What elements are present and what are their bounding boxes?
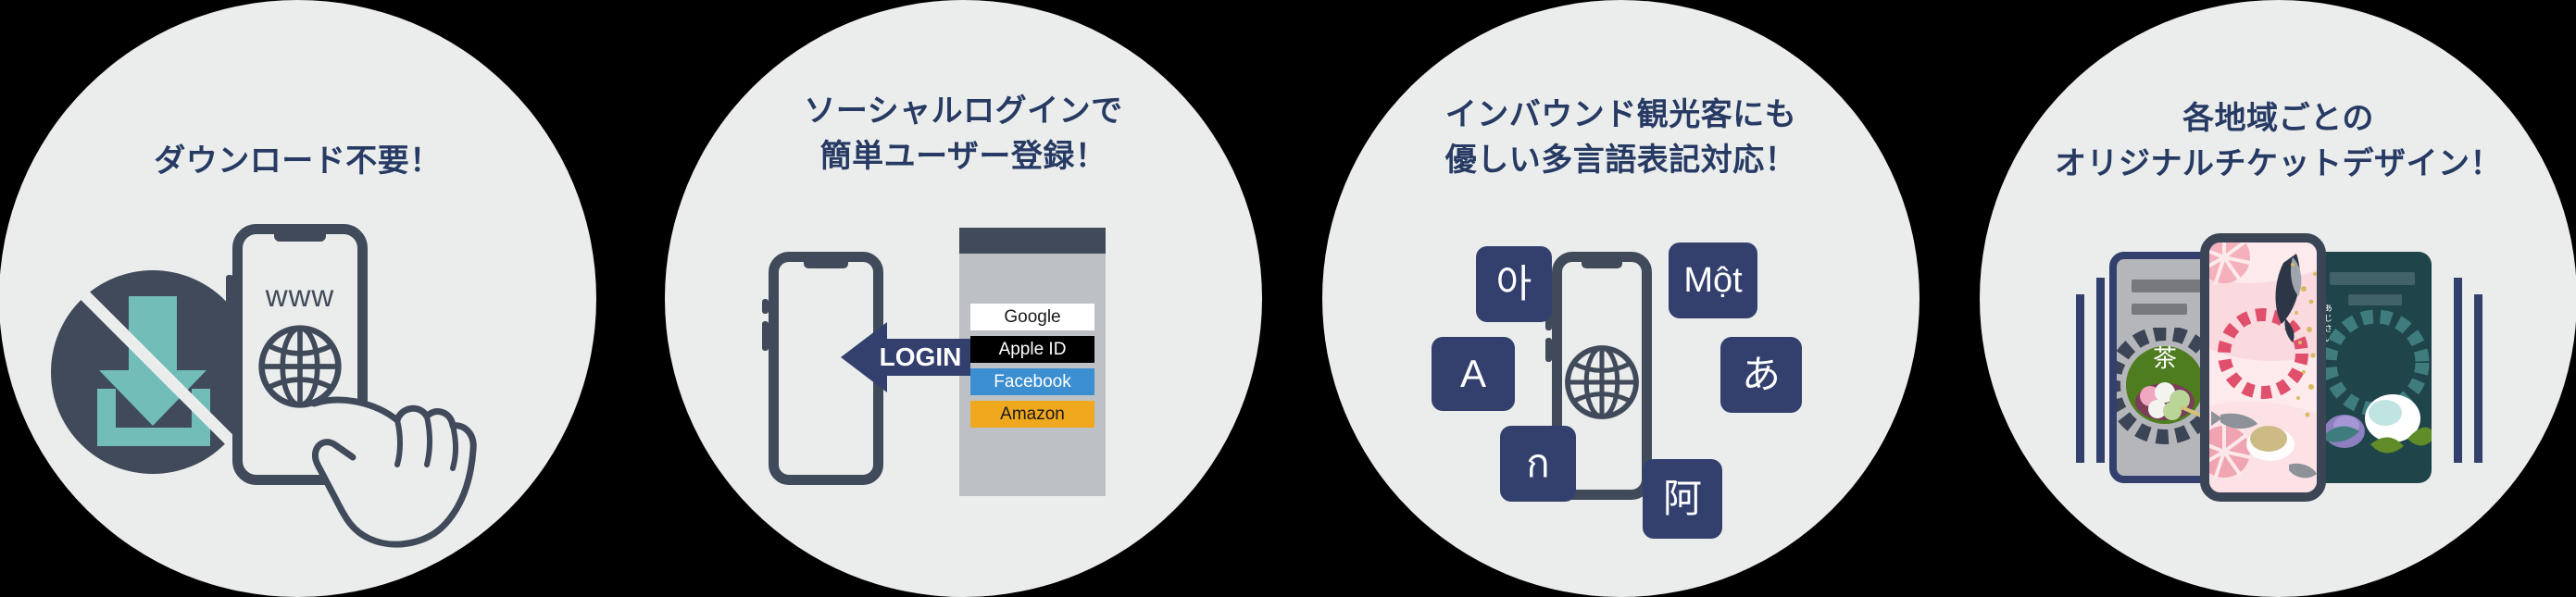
language-badge-japanese[interactable]: あ xyxy=(1720,337,1802,413)
decor-line xyxy=(2076,294,2084,463)
panel-multilingual: インバウンド観光客にも 優しい多言語表記対応！ 아 Một A あ ก 阿 xyxy=(1322,0,1919,597)
globe-icon xyxy=(1563,343,1641,421)
login-arrow-label: LOGIN xyxy=(879,342,962,371)
decor-line xyxy=(2454,278,2462,463)
login-button-facebook[interactable]: Facebook xyxy=(970,368,1094,395)
phone-side-button xyxy=(762,299,769,314)
pointing-hand-icon xyxy=(305,379,490,555)
phone-side-button xyxy=(226,275,233,317)
phone-notch xyxy=(274,233,326,242)
language-badge-thai[interactable]: ก xyxy=(1500,426,1576,502)
language-badge-vietnamese[interactable]: Một xyxy=(1669,243,1757,318)
panel-original-ticket-design: 各地域ごとの オリジナルチケットデザイン！ 茶 あじさい xyxy=(1980,0,2576,597)
login-provider-panel: Google Apple ID Facebook Amazon xyxy=(959,228,1106,496)
login-arrow: LOGIN xyxy=(841,322,970,392)
panel-title: インバウンド観光客にも 優しい多言語表記対応！ xyxy=(1444,97,1797,179)
panel-title: ソーシャルログインで 簡単ユーザー登録！ xyxy=(804,93,1123,175)
phone-side-button xyxy=(1545,338,1552,362)
panel-no-download: ダウンロード不要！ www xyxy=(0,0,596,597)
panel-social-login: ソーシャルログインで 簡単ユーザー登録！ Google Apple ID Fac… xyxy=(665,0,1262,597)
language-badge-korean[interactable]: 아 xyxy=(1476,246,1552,322)
phone-notch xyxy=(804,261,848,268)
ticket-designs-illustration: 茶 あじさい xyxy=(1980,0,2576,597)
decor-line xyxy=(2096,278,2105,463)
ticket-hydrangea-icon[interactable]: あじさい xyxy=(2313,252,2432,483)
login-button-google[interactable]: Google xyxy=(970,304,1094,330)
phone-notch xyxy=(1582,261,1622,268)
svg-text:茶: 茶 xyxy=(2153,345,2177,373)
phone-side-button xyxy=(762,321,769,351)
no-download-icon xyxy=(51,270,255,474)
phone-screen-label: www xyxy=(265,279,335,313)
panel-title: ダウンロード不要！ xyxy=(154,143,442,179)
language-badge-chinese[interactable]: 阿 xyxy=(1643,459,1722,539)
login-panel-titlebar xyxy=(959,228,1106,254)
feature-banner: ダウンロード不要！ www ソーシャルログインで 簡単ユーザー登録！ Googl… xyxy=(0,0,2576,597)
login-provider-list: Google Apple ID Facebook Amazon xyxy=(970,304,1094,433)
decor-line xyxy=(2474,294,2482,463)
login-button-amazon[interactable]: Amazon xyxy=(970,401,1094,428)
ticket-sakura-koi-icon[interactable] xyxy=(2200,233,2326,502)
login-button-apple-id[interactable]: Apple ID xyxy=(970,336,1094,363)
language-badge-english[interactable]: A xyxy=(1432,337,1515,411)
